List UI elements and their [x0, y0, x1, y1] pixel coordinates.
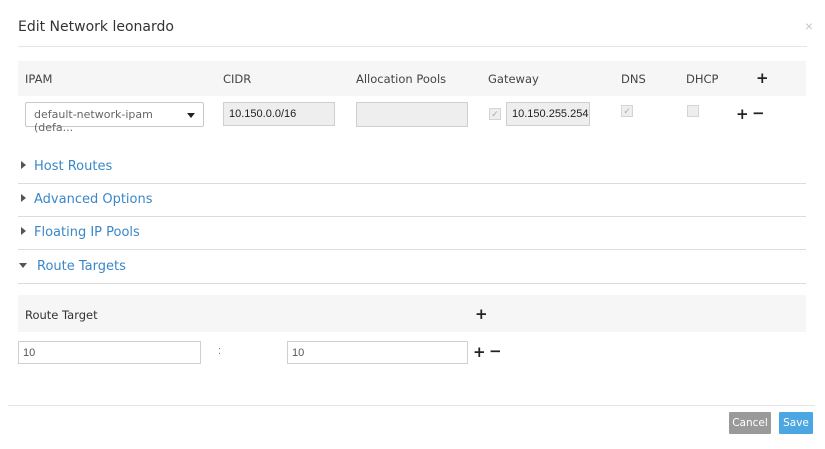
remove-row-button[interactable]: − — [752, 104, 765, 122]
host-routes-section[interactable]: Host Routes — [18, 150, 806, 184]
route-target-separator: : — [218, 345, 222, 357]
header-divider — [18, 46, 807, 47]
caret-down-icon — [19, 263, 27, 268]
cidr-header: CIDR — [223, 72, 252, 86]
route-target-value-input[interactable]: 10 — [287, 341, 468, 364]
cancel-button[interactable]: Cancel — [729, 412, 771, 434]
add-route-target-row-button[interactable]: + — [473, 343, 486, 361]
save-button[interactable]: Save — [779, 412, 813, 434]
caret-right-icon — [21, 161, 26, 169]
modal-title: Edit Network leonardo — [18, 19, 174, 35]
footer-divider — [8, 405, 815, 406]
allocation-pools-input[interactable] — [356, 102, 468, 127]
advanced-options-label: Advanced Options — [34, 192, 153, 207]
ipam-select[interactable]: default-network-ipam (defa... — [25, 102, 204, 134]
gateway-input[interactable]: 10.150.255.254 — [506, 102, 590, 126]
route-targets-label: Route Targets — [37, 259, 126, 274]
floating-ip-pools-label: Floating IP Pools — [34, 225, 140, 240]
allocation-pools-header: Allocation Pools — [356, 72, 447, 86]
ipam-header: IPAM — [25, 72, 53, 86]
dns-header: DNS — [621, 72, 646, 86]
route-target-table-header: Route Target + — [18, 295, 806, 332]
dhcp-checkbox[interactable] — [687, 105, 699, 117]
subnet-table-header: IPAM CIDR Allocation Pools Gateway DNS D… — [18, 61, 806, 96]
remove-route-target-row-button[interactable]: − — [489, 342, 502, 360]
add-subnet-button[interactable]: + — [756, 69, 769, 87]
route-target-header: Route Target — [25, 308, 98, 322]
chevron-down-icon — [187, 113, 195, 118]
host-routes-label: Host Routes — [34, 159, 113, 174]
cidr-input[interactable]: 10.150.0.0/16 — [223, 102, 335, 126]
advanced-options-section[interactable]: Advanced Options — [18, 183, 806, 217]
ipam-select-value: default-network-ipam (defa... — [34, 108, 153, 134]
gateway-header: Gateway — [488, 72, 539, 86]
close-icon[interactable]: × — [805, 18, 813, 34]
dhcp-header: DHCP — [686, 72, 719, 86]
gateway-checkbox[interactable]: ✓ — [489, 108, 501, 120]
add-route-target-button[interactable]: + — [475, 305, 488, 323]
caret-right-icon — [21, 227, 26, 235]
route-target-asn-input[interactable]: 10 — [18, 341, 201, 364]
floating-ip-pools-section[interactable]: Floating IP Pools — [18, 216, 806, 250]
add-row-button[interactable]: + — [736, 105, 749, 123]
route-targets-section[interactable]: Route Targets — [18, 250, 806, 284]
dns-checkbox[interactable]: ✓ — [621, 105, 633, 117]
caret-right-icon — [21, 194, 26, 202]
